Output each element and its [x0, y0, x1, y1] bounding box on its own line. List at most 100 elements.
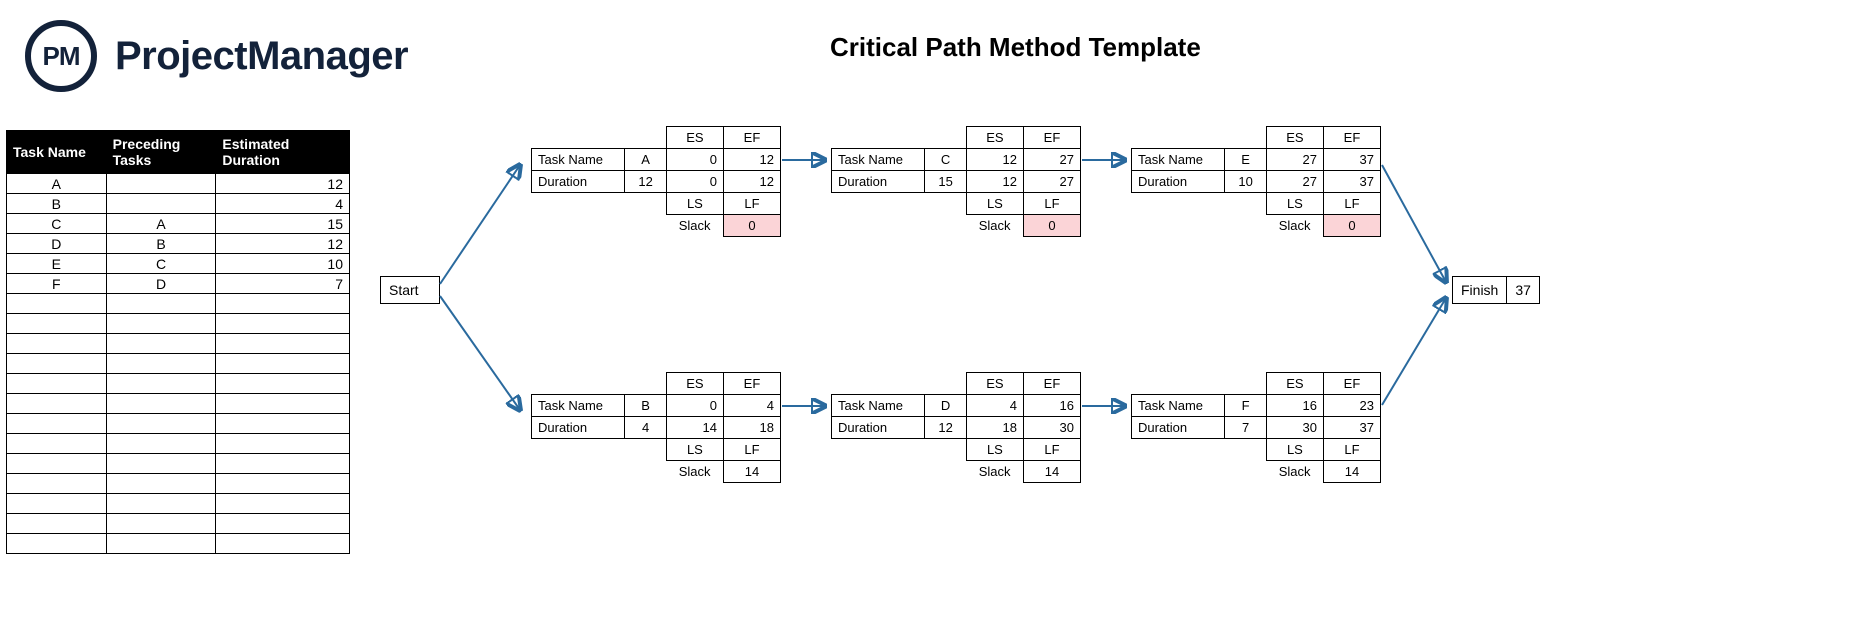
es-label: ES	[666, 127, 723, 149]
ef-label: EF	[723, 373, 780, 395]
cpm-node-A: ES EF Task Name A 0 12 Duration 12 0 12 …	[531, 126, 781, 237]
table-row[interactable]: A 12	[7, 174, 350, 194]
lf-value: 27	[1023, 171, 1080, 193]
taskname-label: Task Name	[532, 395, 625, 417]
lf-value: 12	[723, 171, 780, 193]
cell-duration[interactable]: 12	[216, 174, 350, 194]
table-row[interactable]: FD7	[7, 274, 350, 294]
cell-taskname[interactable]: C	[7, 214, 107, 234]
table-row[interactable]	[7, 394, 350, 414]
table-row[interactable]	[7, 374, 350, 394]
ls-label: LS	[966, 439, 1023, 461]
cell-duration[interactable]: 15	[216, 214, 350, 234]
cell-taskname[interactable]: D	[7, 234, 107, 254]
table-row[interactable]	[7, 474, 350, 494]
table-row[interactable]: DB12	[7, 234, 350, 254]
cell-taskname[interactable]: B	[7, 194, 107, 214]
duration-value: 10	[1225, 171, 1267, 193]
table-header-preceding: Preceding Tasks	[106, 131, 216, 174]
page-title: Critical Path Method Template	[830, 32, 1201, 63]
cpm-node-F: ES EF Task Name F 16 23 Duration 7 30 37…	[1131, 372, 1381, 483]
es-label: ES	[966, 127, 1023, 149]
table-row[interactable]	[7, 514, 350, 534]
task-letter: B	[625, 395, 667, 417]
logo: PM ProjectManager	[25, 20, 408, 92]
lf-value: 37	[1323, 417, 1380, 439]
slack-value: 0	[1023, 215, 1080, 237]
slack-label: Slack	[666, 215, 723, 237]
table-row[interactable]	[7, 354, 350, 374]
ls-label: LS	[666, 193, 723, 215]
cell-taskname[interactable]: F	[7, 274, 107, 294]
es-label: ES	[1266, 373, 1323, 395]
lf-label: LF	[1023, 193, 1080, 215]
taskname-label: Task Name	[532, 149, 625, 171]
duration-label: Duration	[1132, 417, 1225, 439]
ls-label: LS	[666, 439, 723, 461]
slack-value: 14	[1323, 461, 1380, 483]
es-value: 16	[1266, 395, 1323, 417]
cell-taskname[interactable]: E	[7, 254, 107, 274]
lf-label: LF	[1023, 439, 1080, 461]
ef-value: 23	[1323, 395, 1380, 417]
table-row[interactable]: B4	[7, 194, 350, 214]
duration-label: Duration	[832, 171, 925, 193]
ef-label: EF	[723, 127, 780, 149]
cell-preceding[interactable]	[106, 194, 216, 214]
table-row[interactable]	[7, 294, 350, 314]
ls-value: 18	[966, 417, 1023, 439]
taskname-label: Task Name	[832, 395, 925, 417]
table-row[interactable]	[7, 454, 350, 474]
task-letter: C	[925, 149, 967, 171]
cell-duration[interactable]: 4	[216, 194, 350, 214]
lf-value: 30	[1023, 417, 1080, 439]
table-row[interactable]	[7, 494, 350, 514]
cell-taskname[interactable]: A	[7, 174, 107, 194]
es-value: 12	[966, 149, 1023, 171]
slack-label: Slack	[1266, 215, 1323, 237]
slack-value: 0	[1323, 215, 1380, 237]
slack-label: Slack	[966, 461, 1023, 483]
cell-preceding[interactable]: C	[106, 254, 216, 274]
slack-label: Slack	[1266, 461, 1323, 483]
duration-value: 12	[625, 171, 667, 193]
logo-text: ProjectManager	[115, 34, 408, 79]
table-row[interactable]	[7, 434, 350, 454]
cell-preceding[interactable]: D	[106, 274, 216, 294]
ef-value: 12	[723, 149, 780, 171]
slack-value: 0	[723, 215, 780, 237]
cpm-node-E: ES EF Task Name E 27 37 Duration 10 27 3…	[1131, 126, 1381, 237]
table-row[interactable]: CA15	[7, 214, 350, 234]
task-letter: A	[625, 149, 667, 171]
ls-label: LS	[1266, 439, 1323, 461]
es-value: 27	[1266, 149, 1323, 171]
es-label: ES	[1266, 127, 1323, 149]
cell-preceding[interactable]: B	[106, 234, 216, 254]
task-letter: D	[925, 395, 967, 417]
table-header-duration: Estimated Duration	[216, 131, 350, 174]
cpm-node-D: ES EF Task Name D 4 16 Duration 12 18 30…	[831, 372, 1081, 483]
ef-label: EF	[1323, 127, 1380, 149]
logo-badge: PM	[25, 20, 97, 92]
cell-duration[interactable]: 10	[216, 254, 350, 274]
ls-label: LS	[1266, 193, 1323, 215]
finish-node: Finish 37	[1452, 276, 1540, 304]
slack-label: Slack	[666, 461, 723, 483]
cell-preceding[interactable]	[106, 174, 216, 194]
taskname-label: Task Name	[1132, 149, 1225, 171]
table-row[interactable]	[7, 314, 350, 334]
table-row[interactable]	[7, 414, 350, 434]
task-input-table: Task Name Preceding Tasks Estimated Dura…	[6, 130, 350, 554]
cell-preceding[interactable]: A	[106, 214, 216, 234]
cell-duration[interactable]: 7	[216, 274, 350, 294]
table-row[interactable]: EC10	[7, 254, 350, 274]
cell-duration[interactable]: 12	[216, 234, 350, 254]
duration-label: Duration	[532, 171, 625, 193]
ls-value: 0	[666, 171, 723, 193]
ef-label: EF	[1323, 373, 1380, 395]
table-row[interactable]	[7, 534, 350, 554]
table-row[interactable]	[7, 334, 350, 354]
taskname-label: Task Name	[1132, 395, 1225, 417]
cpm-node-C: ES EF Task Name C 12 27 Duration 15 12 2…	[831, 126, 1081, 237]
cpm-node-B: ES EF Task Name B 0 4 Duration 4 14 18 L…	[531, 372, 781, 483]
